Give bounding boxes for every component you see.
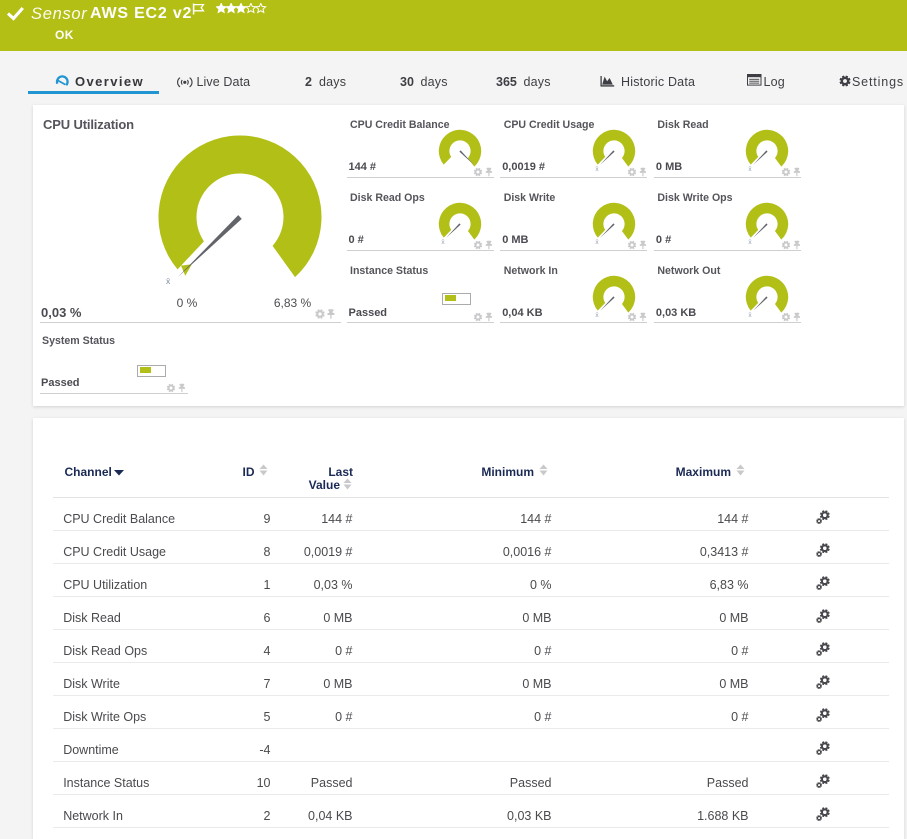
svg-text:x̄: x̄ bbox=[441, 239, 445, 246]
svg-text:x̄: x̄ bbox=[595, 312, 599, 319]
svg-text:x̄: x̄ bbox=[749, 239, 753, 246]
svg-text:x̄: x̄ bbox=[749, 166, 753, 173]
svg-text:x̄: x̄ bbox=[595, 166, 599, 173]
svg-text:x̄: x̄ bbox=[595, 239, 599, 246]
svg-text:x̄: x̄ bbox=[749, 312, 753, 319]
